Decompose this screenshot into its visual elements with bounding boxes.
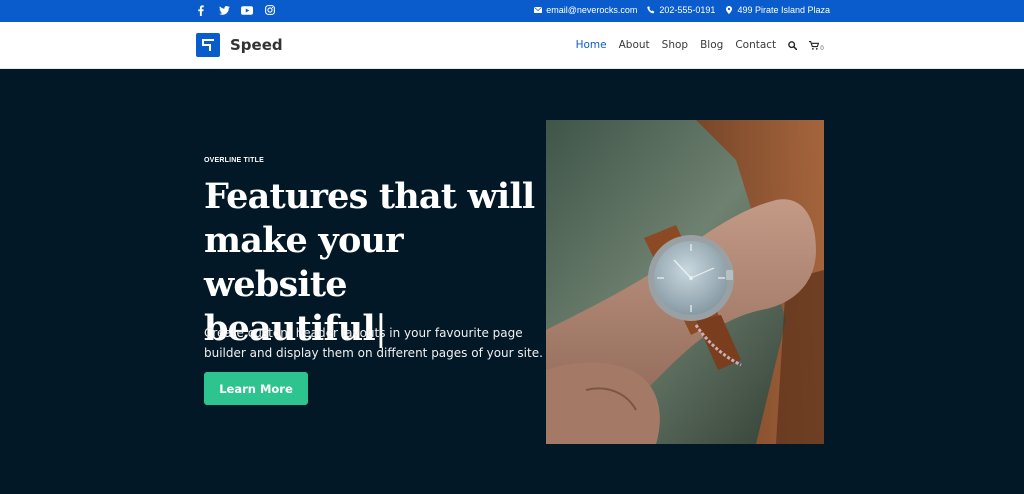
hero-description: Create custom header layouts in your fav… xyxy=(204,326,543,360)
address-text: 499 Pirate Island Plaza xyxy=(737,5,830,15)
nav-shop[interactable]: Shop xyxy=(662,39,688,51)
search-icon[interactable] xyxy=(788,40,798,50)
phone-contact[interactable]: 202-555-0191 xyxy=(647,5,715,15)
site-header: Speed Home About Shop Blog Contact 0 xyxy=(0,22,1024,69)
facebook-icon[interactable] xyxy=(195,4,207,16)
address-contact[interactable]: 499 Pirate Island Plaza xyxy=(725,5,830,15)
youtube-icon[interactable] xyxy=(241,4,253,16)
cart-button[interactable]: 0 xyxy=(809,40,824,52)
headline-line-1: Features that will xyxy=(204,176,535,217)
nav-blog[interactable]: Blog xyxy=(700,39,723,51)
envelope-icon xyxy=(534,7,543,13)
nav-about[interactable]: About xyxy=(619,39,650,51)
social-links xyxy=(195,4,276,16)
contact-info: email@neverocks.com 202-555-0191 499 Pir… xyxy=(534,5,830,15)
top-bar: email@neverocks.com 202-555-0191 499 Pir… xyxy=(0,0,1024,22)
logo-mark-icon xyxy=(196,33,220,57)
instagram-icon[interactable] xyxy=(264,4,276,16)
brand-name: Speed xyxy=(230,36,283,54)
cart-icon xyxy=(809,40,820,50)
twitter-icon[interactable] xyxy=(218,4,230,16)
learn-more-button[interactable]: Learn More xyxy=(204,372,308,405)
main-nav: Home About Shop Blog Contact 0 xyxy=(576,39,824,52)
hero-image xyxy=(546,120,824,444)
headline-line-2: make your website xyxy=(204,220,404,305)
nav-home[interactable]: Home xyxy=(576,39,607,51)
hero-section: OVERLINE TITLE Features that will make y… xyxy=(0,69,1024,494)
overline-title: OVERLINE TITLE xyxy=(204,157,264,164)
brand-logo[interactable]: Speed xyxy=(196,33,283,57)
email-text: email@neverocks.com xyxy=(546,5,638,15)
cart-count: 0 xyxy=(820,44,824,52)
email-contact[interactable]: email@neverocks.com xyxy=(534,5,637,15)
map-pin-icon xyxy=(726,6,733,14)
nav-contact[interactable]: Contact xyxy=(735,39,776,51)
phone-icon xyxy=(647,6,655,14)
phone-text: 202-555-0191 xyxy=(659,5,716,15)
